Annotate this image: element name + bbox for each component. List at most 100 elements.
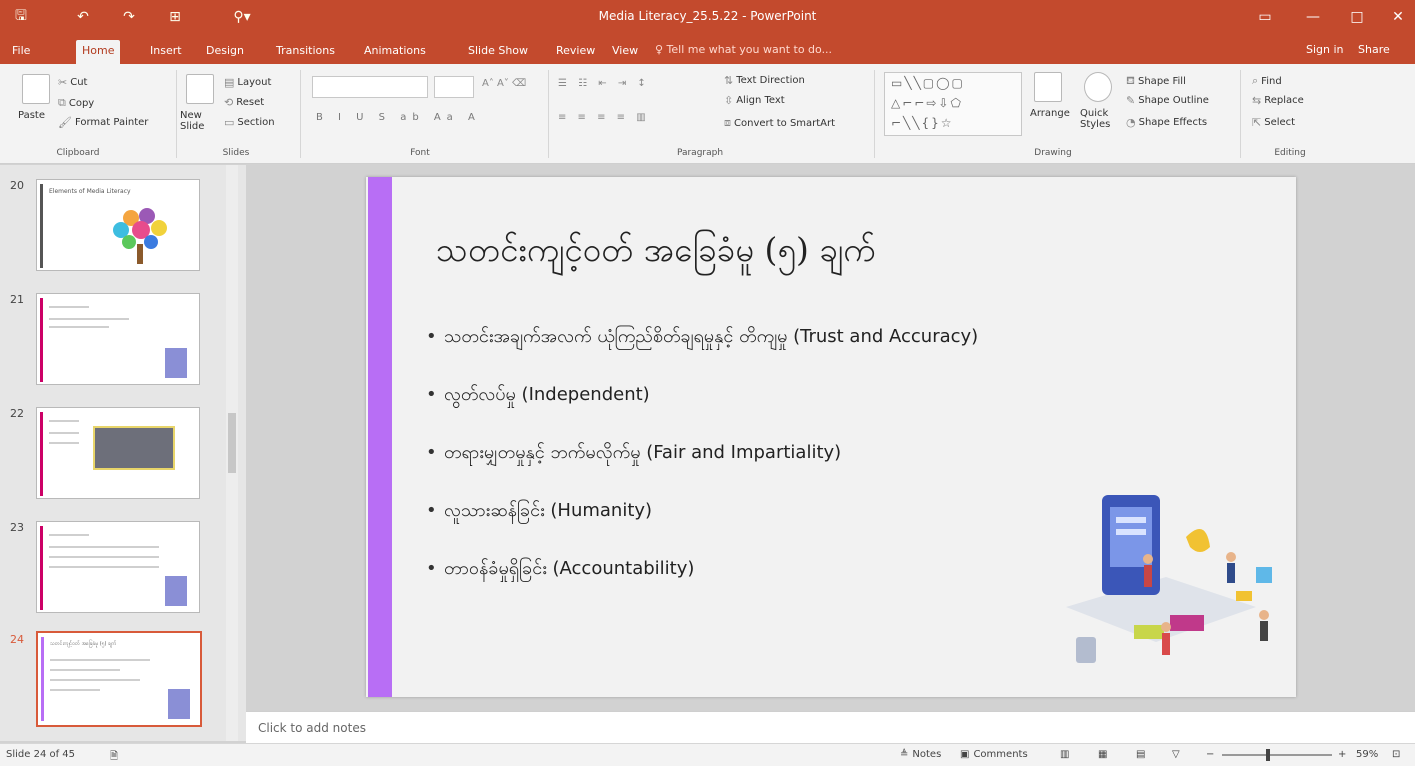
scrollbar-thumb[interactable]	[228, 413, 236, 473]
find-button[interactable]: ⌕ Find	[1252, 74, 1282, 88]
replace-button[interactable]: ⇆ Replace	[1252, 94, 1304, 107]
font-name-combo[interactable]	[312, 76, 428, 98]
thumbnail-text-line	[49, 534, 89, 536]
zoom-in-icon[interactable]: +	[1338, 749, 1346, 760]
clipboard-group-label: Clipboard	[56, 148, 100, 158]
thumbnail-accent	[40, 412, 43, 496]
tab-animations[interactable]: Animations	[358, 42, 432, 62]
zoom-slider-track[interactable]	[1222, 754, 1332, 756]
slide-thumbnail-24-selected[interactable]: သတင်းကျင့်ဝတ် အခြေခံမူ (၅) ချက်	[36, 631, 202, 727]
font-style-buttons[interactable]: B I U S ab Aa A	[316, 112, 481, 123]
align-text-button[interactable]: ⇳ Align Text	[724, 94, 785, 107]
font-size-combo[interactable]	[434, 76, 474, 98]
tab-design[interactable]: Design	[200, 42, 250, 62]
slide-accent-bar	[368, 177, 392, 697]
thumbnail-illustration	[168, 689, 190, 719]
bullets-numbering-icons[interactable]: ☰ ☷ ⇤ ⇥ ↕	[558, 78, 650, 89]
divider	[300, 70, 301, 158]
tab-slide-show[interactable]: Slide Show	[462, 42, 534, 62]
close-icon[interactable]: ✕	[1381, 4, 1415, 30]
divider	[176, 70, 177, 158]
thumbnail-text-line	[49, 432, 79, 434]
tab-view[interactable]: View	[606, 42, 644, 62]
bullet-dot-icon: •	[426, 558, 437, 579]
tab-home[interactable]: Home	[76, 40, 121, 64]
fit-slide-icon[interactable]: ⊡	[1392, 749, 1400, 760]
divider	[874, 70, 875, 158]
thumbnail-text-line	[49, 326, 109, 328]
select-button[interactable]: ⇱ Select	[1252, 116, 1295, 129]
ribbon-display-options-icon[interactable]: ▭	[1248, 4, 1282, 30]
tree-illustration-icon	[113, 208, 167, 264]
slide-sorter-view-icon[interactable]: ▦	[1098, 749, 1107, 760]
format-painter-button[interactable]: 🖌 Format Painter	[58, 116, 148, 129]
thumbnail-image	[93, 426, 175, 470]
tab-review[interactable]: Review	[550, 42, 601, 62]
slide-canvas: သတင်းကျင့်ဝတ် အခြေခံမူ (၅) ချက် • သတင်းအခ…	[246, 165, 1415, 710]
smartart-icon: ⧈	[724, 116, 731, 129]
thumbnail-number: 21	[10, 293, 24, 306]
paragraph-group-label: Paragraph	[676, 148, 724, 158]
shape-outline-button[interactable]: ✎ Shape Outline	[1126, 94, 1209, 107]
slide-thumbnail-20[interactable]: Elements of Media Literacy	[36, 179, 200, 271]
slide-thumbnails-pane: 20 Elements of Media Literacy 21 22 23 2…	[0, 165, 246, 741]
ribbon-home: Paste ✂ Cut ⧉ Copy 🖌 Format Painter Clipboa…	[0, 64, 1415, 164]
maximize-icon[interactable]: □	[1340, 4, 1374, 30]
zoom-level[interactable]: 59%	[1356, 749, 1378, 760]
arrange-icon[interactable]	[1034, 72, 1062, 102]
reading-view-icon[interactable]: ▤	[1136, 749, 1145, 760]
normal-view-icon[interactable]: ▥	[1060, 749, 1069, 760]
arrange-button[interactable]: Arrange	[1030, 108, 1070, 119]
shape-fill-button[interactable]: ⛾ Shape Fill	[1126, 74, 1186, 89]
spell-check-icon[interactable]: 🗎	[110, 749, 118, 766]
slide-counter: Slide 24 of 45	[6, 749, 76, 760]
align-text-icon: ⇳	[724, 94, 734, 107]
sign-in-link[interactable]: Sign in	[1306, 43, 1344, 56]
copy-button[interactable]: ⧉ Copy	[58, 96, 94, 110]
thumbnail-scrollbar[interactable]	[226, 165, 238, 741]
new-slide-icon[interactable]	[186, 74, 214, 104]
minimize-icon[interactable]: —	[1296, 4, 1330, 30]
text-direction-button[interactable]: ⇅ Text Direction	[724, 74, 805, 87]
tab-transitions[interactable]: Transitions	[270, 42, 341, 62]
notes-pane[interactable]: Click to add notes	[246, 711, 1415, 743]
notes-icon: ≜	[900, 749, 909, 760]
slide-title[interactable]: သတင်းကျင့်ဝတ် အခြေခံမူ (၅) ချက်	[436, 229, 875, 278]
font-size-grow-shrink-icon[interactable]: A˄ A˅ ⌫	[482, 78, 526, 89]
tab-file[interactable]: File	[6, 42, 36, 62]
quick-styles-icon[interactable]	[1084, 72, 1112, 102]
shapes-gallery[interactable]: ▭╲╲▢◯▢ △⌐⌐⇨⇩⬠ ⌐╲╲{}☆	[884, 72, 1022, 136]
tell-me-search[interactable]: ♀ Tell me what you want to do...	[655, 43, 832, 56]
new-slide-button[interactable]: New Slide	[180, 110, 224, 132]
thumbnail-text-line	[49, 442, 79, 444]
layout-button[interactable]: ▤ Layout	[224, 76, 271, 89]
slide-thumbnail-21[interactable]	[36, 293, 200, 385]
bullet-item: • သတင်းအချက်အလက် ယုံကြည်စိတ်ချရမှုနှင့် တ…	[426, 326, 979, 347]
current-slide[interactable]: သတင်းကျင့်ဝတ် အခြေခံမူ (၅) ချက် • သတင်းအခ…	[366, 177, 1296, 697]
bullet-item: • လွတ်လပ်မှု (Independent)	[426, 384, 650, 405]
comments-toggle-button[interactable]: ▣ Comments	[960, 749, 1028, 760]
alignment-icons[interactable]: ≡ ≡ ≡ ≡ ▥	[558, 112, 650, 123]
thumbnail-accent	[40, 298, 43, 382]
layout-icon: ▤	[224, 76, 235, 89]
slide-thumbnail-22[interactable]	[36, 407, 200, 499]
slide-thumbnail-23[interactable]	[36, 521, 200, 613]
zoom-slider-knob[interactable]	[1266, 749, 1270, 761]
tab-insert[interactable]: Insert	[144, 42, 188, 62]
paste-icon[interactable]	[22, 74, 50, 104]
zoom-out-icon[interactable]: −	[1206, 749, 1214, 760]
convert-smartart-button[interactable]: ⧈ Convert to SmartArt	[724, 116, 835, 130]
slideshow-view-icon[interactable]: ▽	[1172, 749, 1180, 760]
powerpoint-window: 🖫 ↶ ↷ ⊞ ⚲▾ Media Literacy_25.5.22 - Powe…	[0, 0, 1415, 766]
share-button[interactable]: Share	[1358, 43, 1390, 56]
reset-icon: ⟲	[224, 96, 234, 109]
cut-button[interactable]: ✂ Cut	[58, 76, 87, 89]
thumbnail-illustration	[165, 576, 187, 606]
paste-button[interactable]: Paste	[18, 110, 45, 121]
quick-styles-button[interactable]: Quick Styles	[1080, 108, 1120, 130]
thumbnail-text-line	[50, 669, 120, 671]
notes-toggle-button[interactable]: ≜ Notes	[900, 749, 941, 760]
section-button[interactable]: ▭ Section	[224, 116, 275, 129]
reset-button[interactable]: ⟲ Reset	[224, 96, 264, 109]
shape-effects-button[interactable]: ◔ Shape Effects	[1126, 116, 1207, 129]
